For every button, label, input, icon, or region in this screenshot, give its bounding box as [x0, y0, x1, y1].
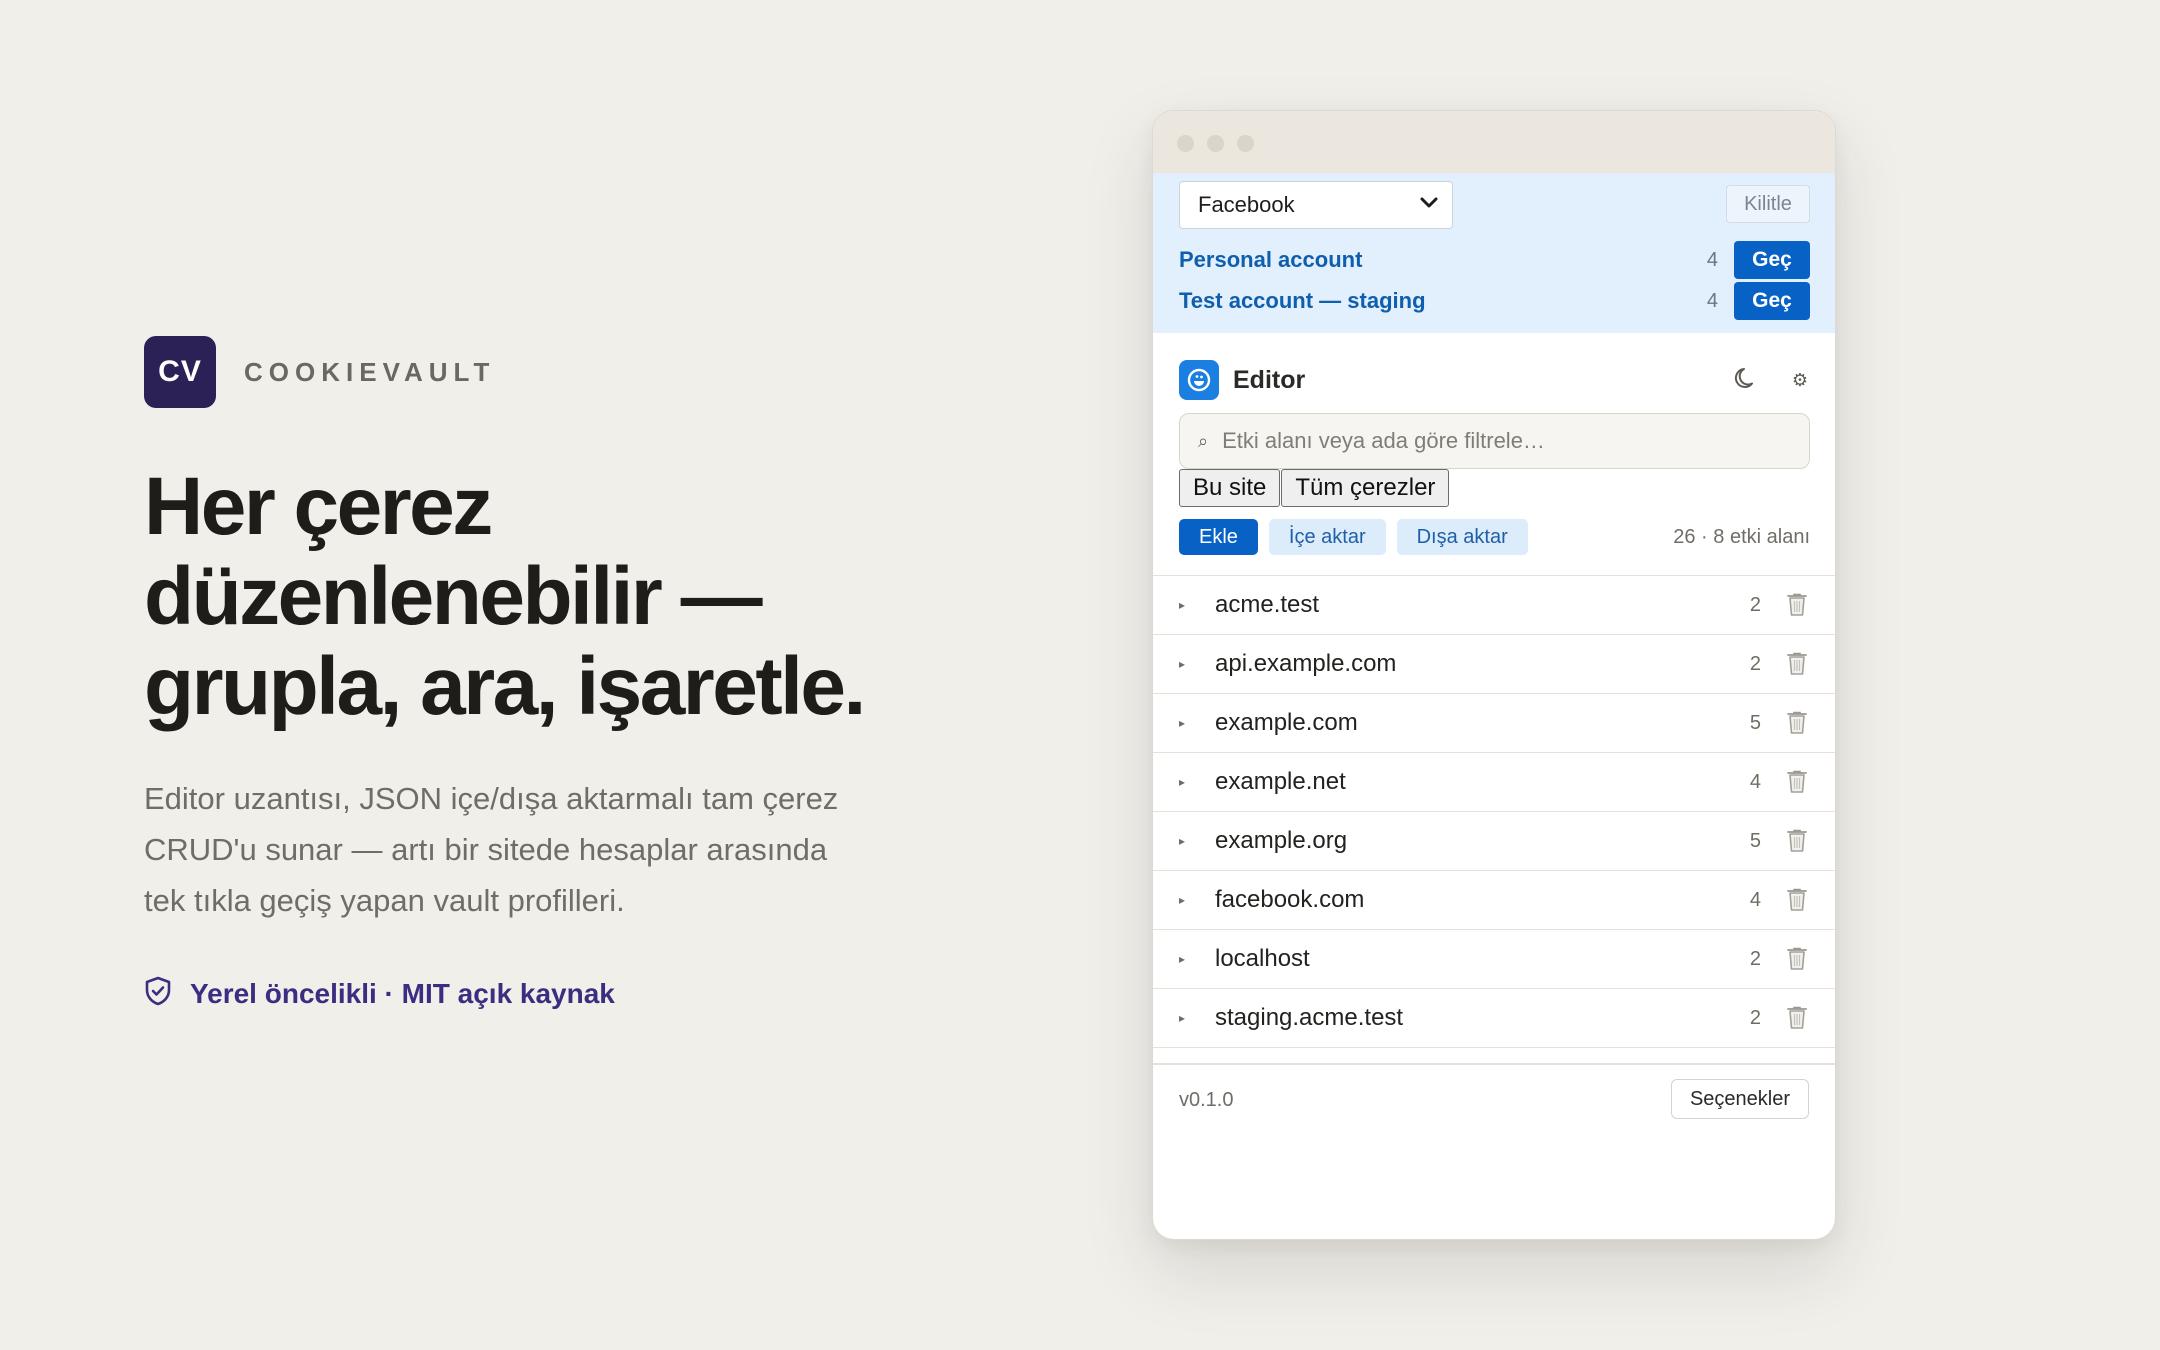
expand-caret-icon[interactable]: ▸: [1179, 952, 1215, 966]
account-name[interactable]: Personal account: [1179, 247, 1707, 273]
expand-caret-icon[interactable]: ▸: [1179, 598, 1215, 612]
domain-row[interactable]: ▸ example.net 4: [1153, 753, 1835, 812]
window-minimize-dot[interactable]: [1207, 135, 1224, 152]
account-name[interactable]: Test account — staging: [1179, 288, 1707, 314]
account-cookie-count: 4: [1706, 289, 1718, 312]
search-icon: ⌕: [1198, 430, 1209, 451]
lead-line: tek tıkla geçiş yapan vault profilleri.: [144, 883, 625, 918]
window-zoom-dot[interactable]: [1237, 135, 1254, 152]
domain-cookie-count: 4: [1749, 770, 1761, 793]
window-close-dot[interactable]: [1177, 135, 1194, 152]
scope-all-cookies-button[interactable]: Tüm çerezler: [1281, 469, 1450, 507]
account-cookie-count: 4: [1706, 248, 1718, 271]
import-button[interactable]: İçe aktar: [1268, 519, 1386, 555]
profile-select[interactable]: Facebook: [1179, 181, 1453, 229]
options-button[interactable]: Seçenekler: [1671, 1079, 1809, 1119]
lock-button[interactable]: Kilitle: [1726, 185, 1810, 223]
add-button[interactable]: Ekle: [1179, 519, 1258, 555]
trash-icon[interactable]: [1785, 769, 1809, 795]
domain-row[interactable]: ▸ localhost 2: [1153, 930, 1835, 989]
expand-caret-icon[interactable]: ▸: [1179, 834, 1215, 848]
vault-account-row: Personal account 4 Geç: [1179, 241, 1810, 279]
expand-caret-icon[interactable]: ▸: [1179, 657, 1215, 671]
chevron-down-icon: [1420, 196, 1438, 214]
domain-name: example.com: [1215, 709, 1358, 736]
expand-caret-icon[interactable]: ▸: [1179, 1011, 1215, 1025]
editor-toolbar: Ekle İçe aktar Dışa aktar 26 · 8 etki al…: [1179, 519, 1810, 555]
headline-line: grupla, ara, işaretle.: [144, 641, 866, 732]
license-badge: Yerel öncelikli · MIT açık kaynak: [144, 976, 615, 1011]
brand-logo: CV: [144, 336, 216, 408]
domain-list: ▸ acme.test 2 ▸ api.example.com 2 ▸ exam…: [1153, 575, 1835, 1048]
cookie-app-icon: [1179, 360, 1219, 400]
gear-icon[interactable]: ⚙: [1790, 370, 1810, 391]
window-titlebar: [1153, 111, 1835, 173]
extension-window: Facebook Kilitle Personal account 4 Geç …: [1152, 110, 1836, 1240]
lead-paragraph: Editor uzantısı, JSON içe/dışa aktarmalı…: [144, 773, 904, 926]
domain-cookie-count: 4: [1749, 888, 1761, 911]
brand: CV COOKIEVAULT: [144, 336, 495, 408]
headline-line: düzenlenebilir —: [144, 551, 763, 642]
shield-check-icon: [144, 976, 172, 1011]
expand-caret-icon[interactable]: ▸: [1179, 775, 1215, 789]
vault-account-row: Test account — staging 4 Geç: [1179, 282, 1810, 320]
domain-name: staging.acme.test: [1215, 1004, 1404, 1031]
switch-account-button[interactable]: Geç: [1734, 241, 1810, 279]
expand-caret-icon[interactable]: ▸: [1179, 893, 1215, 907]
editor-title: Editor: [1233, 365, 1306, 394]
domain-name: localhost: [1215, 945, 1310, 972]
version-label: v0.1.0: [1179, 1089, 1234, 1111]
trash-icon[interactable]: [1785, 828, 1809, 854]
scope-this-site-button[interactable]: Bu site: [1179, 469, 1281, 507]
trash-icon[interactable]: [1785, 1005, 1809, 1031]
domain-cookie-count: 2: [1749, 593, 1761, 616]
domain-name: example.org: [1215, 827, 1348, 854]
domain-name: acme.test: [1215, 591, 1320, 618]
editor-footer: v0.1.0 Seçenekler: [1153, 1063, 1835, 1139]
domain-cookie-count: 2: [1749, 1006, 1761, 1029]
headline-line: Her çerez: [144, 461, 493, 552]
filter-input[interactable]: [1220, 427, 1791, 455]
editor-header: Editor ⚙: [1179, 359, 1810, 401]
trash-icon[interactable]: [1785, 651, 1809, 677]
domain-row[interactable]: ▸ staging.acme.test 2: [1153, 989, 1835, 1048]
filter-field: ⌕: [1179, 413, 1810, 469]
expand-caret-icon[interactable]: ▸: [1179, 716, 1215, 730]
domain-name: facebook.com: [1215, 886, 1365, 913]
domain-row[interactable]: ▸ facebook.com 4: [1153, 871, 1835, 930]
cookie-stats: 26 · 8 etki alanı: [1673, 525, 1810, 548]
moon-icon[interactable]: [1732, 364, 1760, 397]
trash-icon[interactable]: [1785, 592, 1809, 618]
trash-icon[interactable]: [1785, 887, 1809, 913]
domain-name: example.net: [1215, 768, 1346, 795]
domain-row[interactable]: ▸ api.example.com 2: [1153, 635, 1835, 694]
export-button[interactable]: Dışa aktar: [1396, 519, 1528, 555]
domain-cookie-count: 2: [1749, 947, 1761, 970]
domain-cookie-count: 2: [1749, 652, 1761, 675]
trash-icon[interactable]: [1785, 710, 1809, 736]
domain-row[interactable]: ▸ acme.test 2: [1153, 576, 1835, 635]
domain-row[interactable]: ▸ example.com 5: [1153, 694, 1835, 753]
switch-account-button[interactable]: Geç: [1734, 282, 1810, 320]
domain-cookie-count: 5: [1749, 711, 1761, 734]
lead-line: Editor uzantısı, JSON içe/dışa aktarmalı…: [144, 781, 839, 816]
trash-icon[interactable]: [1785, 946, 1809, 972]
headline: Her çerez düzenlenebilir — grupla, ara, …: [144, 462, 964, 732]
domain-name: api.example.com: [1215, 650, 1397, 677]
vault-panel: Facebook Kilitle Personal account 4 Geç …: [1153, 173, 1835, 333]
badge-text: Yerel öncelikli · MIT açık kaynak: [190, 977, 615, 1009]
profile-select-value: Facebook: [1198, 192, 1295, 217]
scope-toggle: Bu site Tüm çerezler: [1179, 469, 1450, 507]
brand-name: COOKIEVAULT: [244, 356, 496, 387]
domain-cookie-count: 5: [1749, 829, 1761, 852]
domain-row[interactable]: ▸ example.org 5: [1153, 812, 1835, 871]
lead-line: CRUD'u sunar — artı bir sitede hesaplar …: [144, 832, 828, 867]
